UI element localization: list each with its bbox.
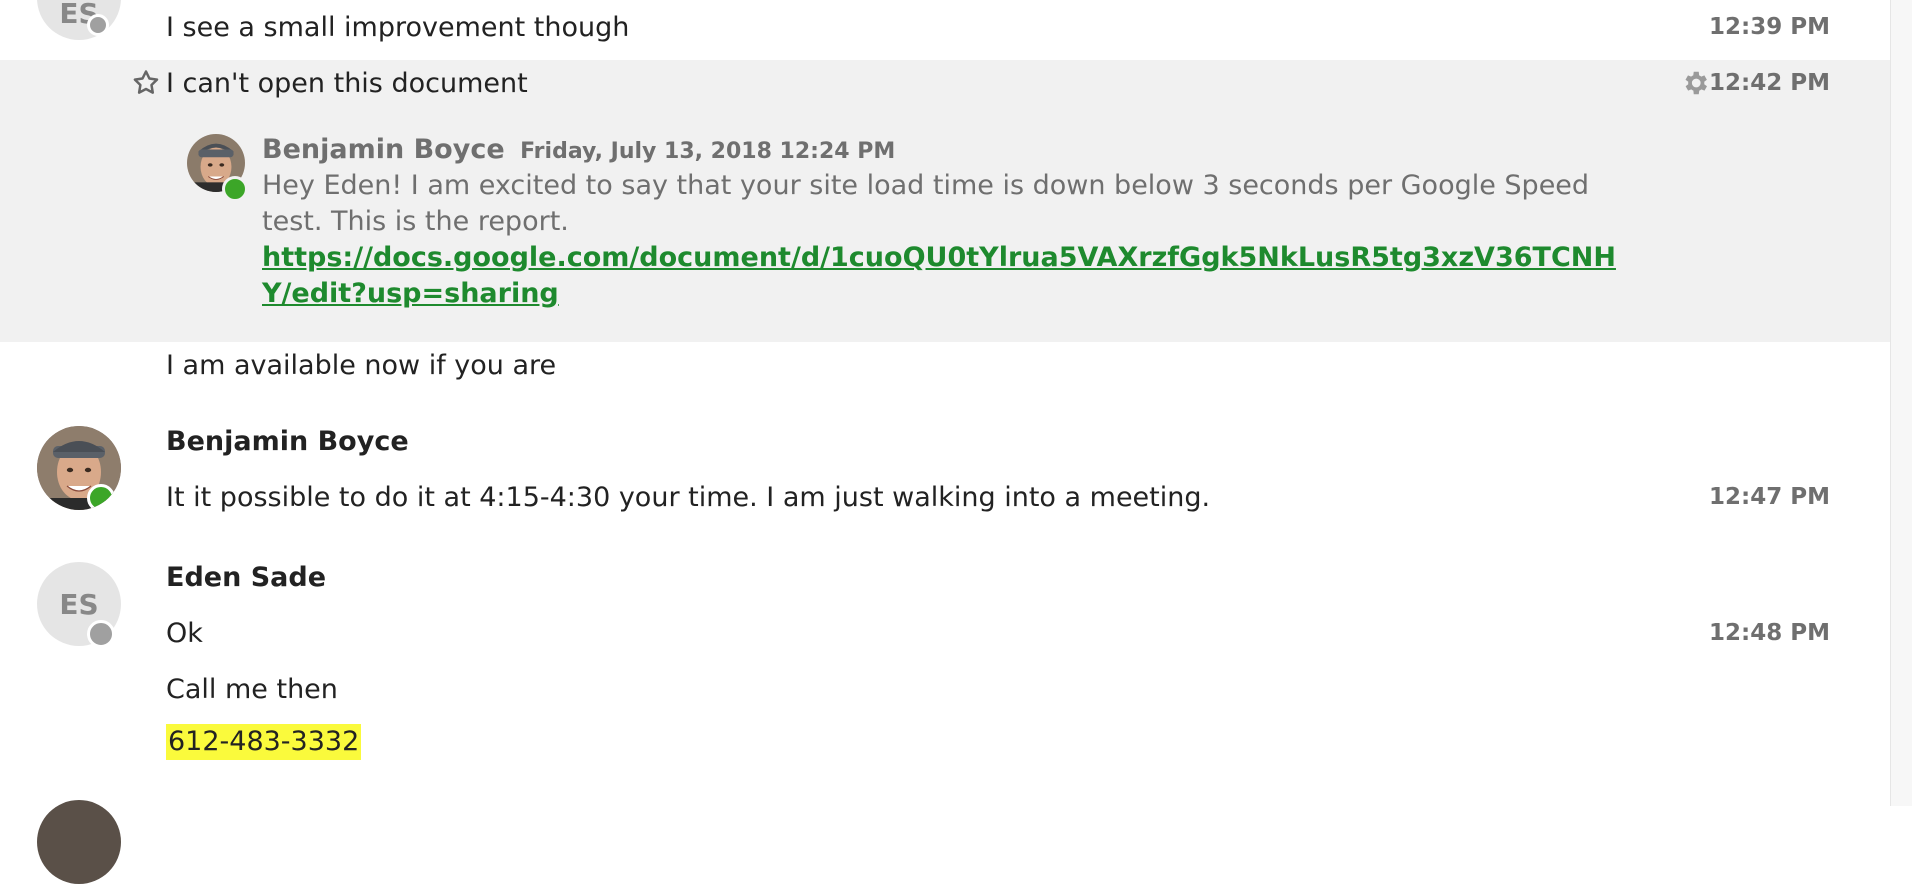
message-text: Call me then — [166, 674, 338, 705]
highlighted-phone-number[interactable]: 612-483-3332 — [166, 724, 362, 760]
chat-message-list: ES I see a small improvement though 12:3… — [0, 0, 1890, 884]
sender-name[interactable]: Benjamin Boyce — [166, 424, 409, 460]
quoted-message-body: Hey Eden! I am excited to say that your … — [262, 170, 1590, 237]
quoted-sender: Benjamin Boyce Friday, July 13, 2018 12:… — [262, 133, 895, 169]
message-text: I see a small improvement though — [166, 12, 630, 43]
avatar-initials: ES — [59, 587, 99, 621]
scrollbar-thumb[interactable] — [1897, 0, 1905, 806]
message-timestamp: 12:47 PM — [1709, 484, 1830, 510]
status-away-indicator — [87, 14, 109, 36]
quoted-sender-name[interactable]: Benjamin Boyce — [262, 134, 505, 165]
gear-icon[interactable] — [1680, 68, 1710, 98]
quoted-document-link[interactable]: https://docs.google.com/document/d/1cuoQ… — [262, 240, 1642, 312]
quoted-date: Friday, July 13, 2018 12:24 PM — [520, 139, 896, 164]
status-online-indicator — [87, 484, 115, 510]
message-timestamp: 12:48 PM — [1709, 620, 1830, 646]
message-text: I am available now if you are — [166, 350, 557, 381]
avatar-eden-sade-top[interactable]: ES — [37, 0, 121, 40]
vertical-scrollbar[interactable] — [1890, 0, 1912, 806]
message-timestamp: 12:42 PM — [1709, 70, 1830, 96]
avatar-eden-sade[interactable]: ES — [37, 562, 121, 648]
message-text: Ok — [166, 618, 203, 649]
message-text: It it possible to do it at 4:15-4:30 you… — [166, 482, 1211, 513]
sender-name[interactable]: Eden Sade — [166, 560, 326, 596]
status-away-indicator — [87, 620, 115, 648]
avatar-benjamin-boyce[interactable] — [37, 426, 121, 510]
star-icon[interactable] — [131, 68, 161, 98]
avatar-next-message[interactable] — [37, 800, 121, 884]
message-timestamp: 12:39 PM — [1709, 14, 1830, 40]
message-text: I can't open this document — [166, 68, 528, 99]
status-online-indicator — [222, 176, 248, 202]
